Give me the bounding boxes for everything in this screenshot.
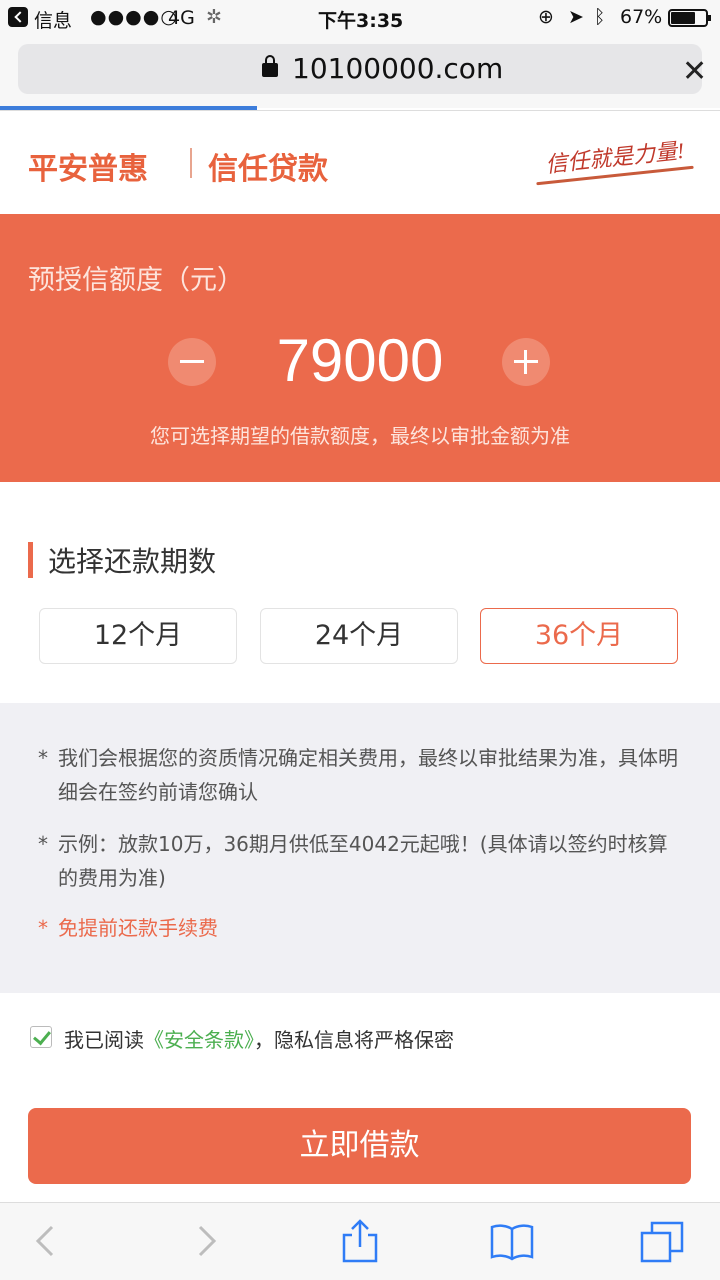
orientation-lock-icon: ⊕ bbox=[538, 6, 554, 28]
slogan: 信任就是力量! bbox=[544, 137, 686, 178]
agreement-suffix: ，隐私信息将严格保密 bbox=[254, 1028, 454, 1052]
lock-icon bbox=[262, 55, 278, 77]
divider bbox=[0, 110, 720, 111]
note-example: * 示例：放款10万，36期月供低至4042元起哦！(具体请以签约时核算的费用为… bbox=[38, 827, 678, 895]
term-option-36[interactable]: 36个月 bbox=[480, 608, 678, 664]
note-text: 我们会根据您的资质情况确定相关费用，最终以审批结果为准，具体明细会在签约前请您确… bbox=[58, 746, 678, 804]
location-icon: ➤ bbox=[568, 6, 584, 28]
product-name: 信任贷款 bbox=[208, 153, 328, 186]
heading-accent-bar bbox=[28, 542, 33, 578]
loan-amount: 79000 bbox=[276, 327, 444, 394]
battery-icon bbox=[668, 9, 711, 27]
back-to-app-icon[interactable] bbox=[8, 7, 28, 27]
term-option-12[interactable]: 12个月 bbox=[39, 608, 237, 664]
apply-loan-button[interactable]: 立即借款 bbox=[28, 1108, 691, 1184]
note-text: 示例：放款10万，36期月供低至4042元起哦！(具体请以签约时核算的费用为准) bbox=[58, 832, 668, 890]
tabs-icon[interactable] bbox=[640, 1219, 684, 1263]
network-type: 4G bbox=[168, 7, 195, 29]
note-no-prepayment-fee: * 免提前还款手续费 bbox=[38, 911, 678, 945]
url-text[interactable]: 10100000.com bbox=[292, 52, 503, 85]
clock: 下午3:35 bbox=[318, 10, 404, 32]
note-text: 免提前还款手续费 bbox=[58, 916, 218, 940]
status-bar: 信息 ●●●●○ 4G ✲ 下午3:35 ⊕ ➤ ᛒ 67% bbox=[0, 0, 720, 36]
notes-panel: * 我们会根据您的资质情况确定相关费用，最终以审批结果为准，具体明细会在签约前请… bbox=[0, 703, 720, 993]
note-fees: * 我们会根据您的资质情况确定相关费用，最终以审批结果为准，具体明细会在签约前请… bbox=[38, 741, 678, 809]
agree-checkbox[interactable] bbox=[30, 1026, 52, 1048]
share-icon[interactable] bbox=[338, 1219, 382, 1263]
brand-logo: 平安普惠 bbox=[28, 153, 148, 186]
url-field[interactable]: 10100000.com ✕ bbox=[18, 44, 707, 94]
credit-title: 预授信额度（元） bbox=[28, 265, 244, 296]
note-bullet: * bbox=[38, 832, 48, 856]
agreement-prefix: 我已阅读 bbox=[64, 1028, 144, 1052]
security-terms-link[interactable]: 《安全条款》 bbox=[144, 1028, 254, 1052]
battery-percent: 67% bbox=[620, 6, 663, 28]
note-bullet: * bbox=[38, 746, 48, 770]
bookmarks-icon[interactable] bbox=[490, 1219, 534, 1263]
signal-strength: ●●●●○ bbox=[90, 6, 178, 28]
term-option-24[interactable]: 24个月 bbox=[260, 608, 458, 664]
browser-address-bar: 10100000.com ✕ bbox=[0, 36, 720, 108]
note-bullet: * bbox=[38, 916, 48, 940]
agreement-text: 我已阅读《安全条款》，隐私信息将严格保密 bbox=[64, 1024, 454, 1053]
decrease-amount-button[interactable] bbox=[168, 338, 216, 386]
amount-hint: 您可选择期望的借款额度，最终以审批金额为准 bbox=[150, 424, 570, 448]
term-heading: 选择还款期数 bbox=[48, 545, 217, 578]
stop-loading-icon[interactable]: ✕ bbox=[682, 54, 707, 89]
brand-divider bbox=[190, 148, 192, 178]
back-arrow-icon[interactable] bbox=[24, 1219, 68, 1263]
credit-amount-panel: 预授信额度（元） 79000 您可选择期望的借款额度，最终以审批金额为准 bbox=[0, 214, 720, 482]
bluetooth-icon: ᛒ bbox=[594, 6, 606, 28]
loading-spinner-icon: ✲ bbox=[206, 6, 222, 28]
browser-toolbar bbox=[0, 1202, 720, 1280]
increase-amount-button[interactable] bbox=[502, 338, 550, 386]
back-app-label[interactable]: 信息 bbox=[34, 6, 72, 33]
forward-arrow-icon[interactable] bbox=[184, 1219, 228, 1263]
